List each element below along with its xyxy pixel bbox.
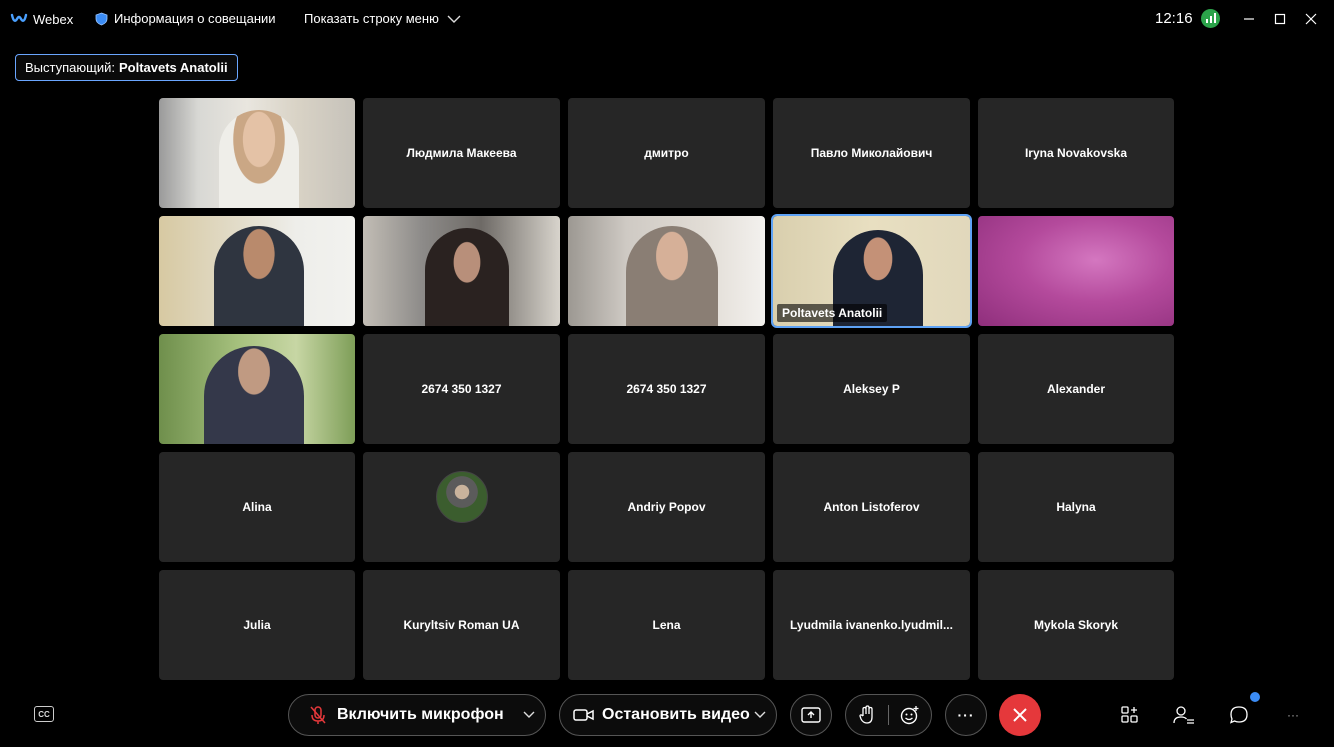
reactions-button[interactable] [889,694,931,736]
participant-tile[interactable]: 2674 350 1327 [363,334,560,444]
brand: Webex [10,10,73,28]
more-icon: ··· [957,707,975,723]
video-icon [573,709,594,721]
participant-tile[interactable]: дмитро [568,98,765,208]
end-call-button[interactable] [999,694,1041,736]
participant-tile[interactable]: Halyna [978,452,1174,562]
participant-name: 2674 350 1327 [626,382,707,396]
video-label: Остановить видео [602,706,750,723]
active-speaker-label: Выступающий: Poltavets Anatolii [15,54,238,81]
participant-tile[interactable]: Julia [159,570,355,680]
more-options-icon: ··· [1287,708,1299,722]
participant-video-tile[interactable] [159,216,355,326]
participant-tile[interactable]: Anton Listoferov [773,452,970,562]
participant-name-tag: Poltavets Anatolii [777,304,888,322]
show-menu-bar-button[interactable]: Показать строку меню [304,11,461,26]
cc-icon[interactable]: CC [34,706,54,722]
speaker-prefix: Выступающий: [25,60,115,75]
participants-icon [1173,706,1194,724]
participant-video-tile[interactable] [159,98,355,208]
maximize-icon[interactable] [1269,8,1291,30]
participant-video-tile[interactable] [363,216,560,326]
reactions-icon [900,706,919,725]
participant-tile[interactable]: Kuryltsiv Roman UA [363,570,560,680]
participant-name: Mykola Skoryk [1033,618,1119,632]
participant-name: Iryna Novakovska [1024,146,1128,160]
participants-grid: Людмила Макеева дмитро Павло Миколайович… [159,98,1174,680]
meeting-info-label: Информация о совещании [114,11,276,26]
participant-tile[interactable]: Andriy Popov [568,452,765,562]
participant-video-tile[interactable] [978,216,1174,326]
chat-button[interactable] [1227,703,1251,727]
close-icon[interactable] [1300,8,1322,30]
participant-tile[interactable] [363,452,560,562]
participant-name: Lyudmila ivanenko.lyudmil... [790,618,953,632]
more-options-button[interactable]: ··· [1281,703,1305,727]
participant-name: Kuryltsiv Roman UA [403,618,520,632]
participant-tile[interactable]: Lyudmila ivanenko.lyudmil... [773,570,970,680]
participant-tile[interactable]: Людмила Макеева [363,98,560,208]
participant-tile[interactable]: Alexander [978,334,1174,444]
cc-label: CC [38,709,50,719]
webex-logo-icon [10,13,28,22]
participant-video-tile[interactable] [159,334,355,444]
end-call-icon [1013,708,1027,722]
participant-name: Andriy Popov [627,500,706,514]
participant-name: Aleksey P [843,382,900,396]
clock: 12:16 [1155,10,1193,27]
mic-muted-icon [310,706,326,724]
share-icon [801,707,821,723]
participant-tile[interactable]: Mykola Skoryk [978,570,1174,680]
speaker-name: Poltavets Anatolii [118,60,228,75]
participants-button[interactable] [1172,703,1196,727]
avatar [435,471,488,523]
participant-tile[interactable]: Aleksey P [773,334,970,444]
raise-hand-button[interactable] [846,694,888,736]
participant-tile[interactable]: 2674 350 1327 [568,334,765,444]
more-button[interactable]: ··· [945,694,987,736]
participant-name: Lena [652,618,681,632]
chevron-down-icon[interactable] [523,711,535,719]
chat-icon [1229,706,1248,724]
app-name: Webex [33,11,74,27]
chat-notification-badge [1250,692,1260,702]
participant-name: Julia [243,618,271,632]
participant-name: Людмила Макеева [406,146,517,160]
shield-icon [95,12,108,25]
participant-name: Halyna [1056,500,1096,514]
participant-name: Anton Listoferov [823,500,920,514]
mic-button[interactable]: Включить микрофон [288,694,546,736]
participant-name: дмитро [644,146,689,160]
video-button[interactable]: Остановить видео [559,694,777,736]
layout-button[interactable] [1118,703,1142,727]
meeting-info-button[interactable]: Информация о совещании [95,11,276,26]
title-bar: Webex Информация о совещании Показать ст… [0,0,1334,40]
participant-tile[interactable]: Iryna Novakovska [978,98,1174,208]
participant-tile[interactable]: Alina [159,452,355,562]
participant-tile[interactable]: Lena [568,570,765,680]
participant-name: Alexander [1046,382,1106,396]
participant-name: Павло Миколайович [810,146,933,160]
minimize-icon[interactable] [1238,8,1260,30]
participant-video-tile[interactable] [568,216,765,326]
participant-tile[interactable]: Павло Миколайович [773,98,970,208]
layout-icon [1121,706,1138,723]
show-menu-label: Показать строку меню [304,11,439,26]
participant-video-tile[interactable]: Poltavets Anatolii [771,214,972,328]
hand-reactions-group [845,694,932,736]
raise-hand-icon [859,705,873,724]
chevron-down-icon[interactable] [754,711,766,719]
chevron-down-icon [447,15,461,23]
mic-label: Включить микрофон [337,706,504,723]
participant-name: 2674 350 1327 [421,382,502,396]
share-button[interactable] [790,694,832,736]
participant-name: Alina [242,500,272,514]
signal-icon[interactable] [1201,9,1220,28]
